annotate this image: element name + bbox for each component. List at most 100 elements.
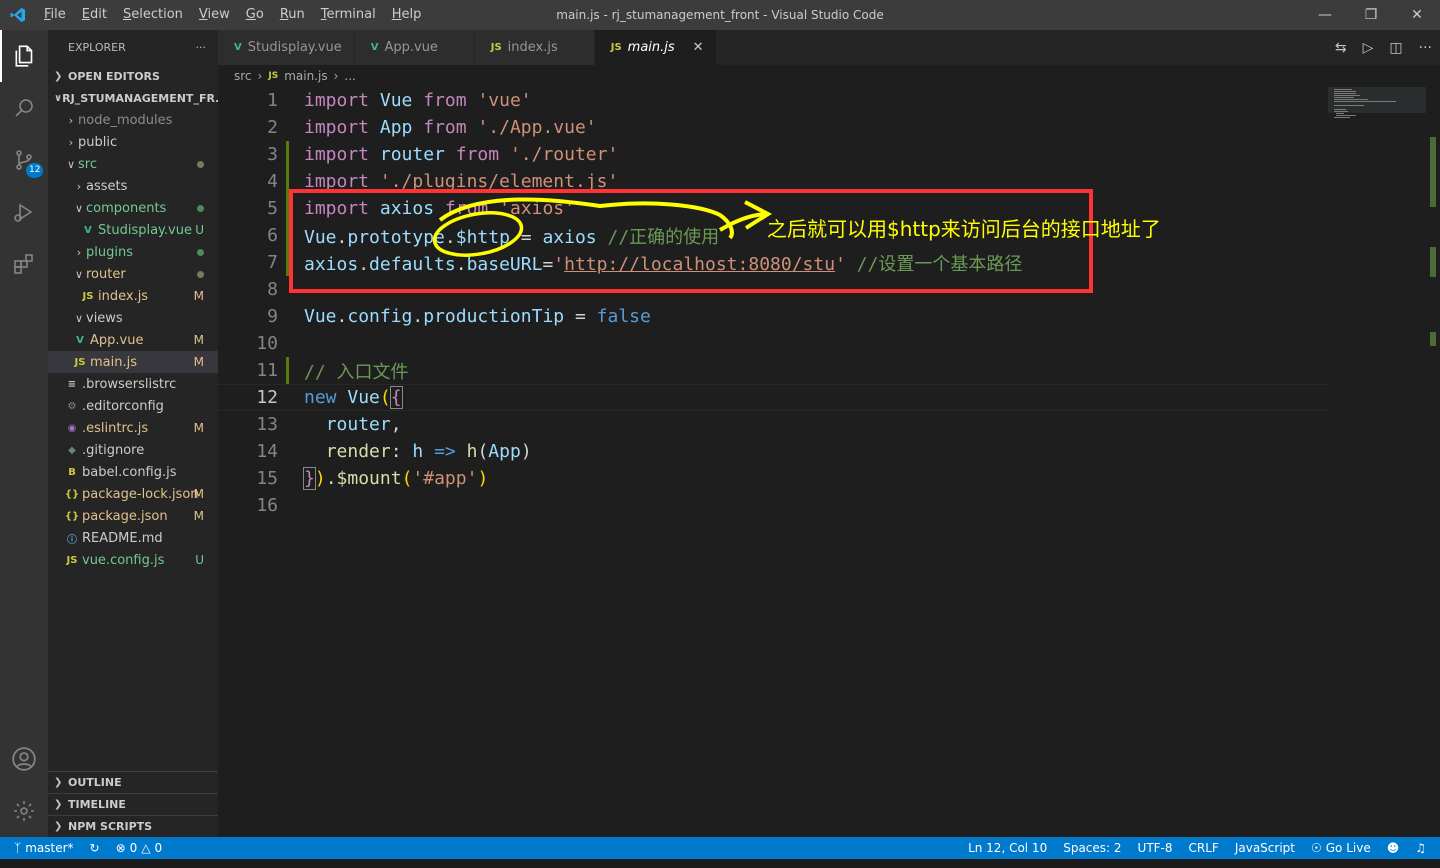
menu-edit[interactable]: Edit bbox=[74, 0, 115, 30]
settings-gear-icon[interactable] bbox=[0, 785, 48, 837]
go-live-button[interactable]: ☉ Go Live bbox=[1303, 841, 1379, 855]
vue-file-icon: V bbox=[370, 42, 379, 53]
split-editor-icon[interactable]: ◫ bbox=[1389, 40, 1402, 56]
menu-view[interactable]: View bbox=[191, 0, 238, 30]
language-mode[interactable]: JavaScript bbox=[1227, 841, 1303, 855]
timeline-section[interactable]: ❯ TIMELINE bbox=[48, 793, 218, 815]
text-file-icon: ≡ bbox=[67, 378, 77, 390]
menu-go[interactable]: Go bbox=[238, 0, 272, 30]
scroll-change-marker bbox=[1430, 332, 1436, 346]
tree-item-components[interactable]: ∨ components bbox=[48, 197, 218, 219]
chevron-right-icon: ❯ bbox=[54, 70, 63, 82]
vertical-scrollbar[interactable] bbox=[1426, 87, 1440, 837]
npm-scripts-section[interactable]: ❯ NPM SCRIPTS bbox=[48, 815, 218, 837]
scroll-change-marker bbox=[1430, 247, 1436, 277]
tree-item-app-vue[interactable]: V App.vue M bbox=[48, 329, 218, 351]
git-branch-status[interactable]: ᛉ master* bbox=[0, 841, 82, 855]
close-window-icon[interactable]: ✕ bbox=[1394, 0, 1440, 30]
tree-item-eslintrc[interactable]: ◉ .eslintrc.js M bbox=[48, 417, 218, 439]
tree-item-vue-config[interactable]: JS vue.config.js U bbox=[48, 549, 218, 571]
run-debug-icon[interactable] bbox=[0, 186, 48, 238]
tab-index-js[interactable]: JS index.js bbox=[474, 30, 595, 65]
breadcrumb-folder[interactable]: src bbox=[234, 69, 252, 83]
extensions-icon[interactable] bbox=[0, 238, 48, 290]
tree-item-editorconfig[interactable]: ⚙ .editorconfig bbox=[48, 395, 218, 417]
chevron-right-icon: ❯ bbox=[54, 799, 63, 810]
menu-terminal[interactable]: Terminal bbox=[313, 0, 384, 30]
tree-item-src[interactable]: ∨ src bbox=[48, 153, 218, 175]
tree-item-browserslistrc[interactable]: ≡ .browserslistrc bbox=[48, 373, 218, 395]
broadcast-icon: ☉ bbox=[1310, 841, 1322, 855]
breadcrumb-file[interactable]: main.js bbox=[284, 69, 327, 83]
babel-icon: B bbox=[68, 466, 76, 478]
tree-item-package-lock[interactable]: {} package-lock.json M bbox=[48, 483, 218, 505]
notifications-bell-icon[interactable]: ♫ bbox=[1407, 841, 1440, 855]
compare-changes-icon[interactable]: ⇆ bbox=[1335, 40, 1347, 56]
source-control-icon[interactable]: 12 bbox=[0, 134, 48, 186]
tab-app-vue[interactable]: V App.vue bbox=[354, 30, 475, 65]
search-icon[interactable] bbox=[0, 82, 48, 134]
menu-help[interactable]: Help bbox=[384, 0, 430, 30]
code-line: 13 router, bbox=[256, 414, 402, 435]
activity-bar: 12 bbox=[0, 30, 48, 837]
feedback-icon[interactable]: ☻ bbox=[1379, 841, 1408, 855]
chevron-right-icon: ❯ bbox=[54, 821, 63, 832]
menu-file[interactable]: File bbox=[36, 0, 74, 30]
outline-section[interactable]: ❯ OUTLINE bbox=[48, 771, 218, 793]
tree-item-router[interactable]: ∨ router bbox=[48, 263, 218, 285]
restore-icon[interactable]: ❐ bbox=[1348, 0, 1394, 30]
title-bar: File Edit Selection View Go Run Terminal… bbox=[0, 0, 1440, 30]
tree-item-assets[interactable]: › assets bbox=[48, 175, 218, 197]
cursor-position[interactable]: Ln 12, Col 10 bbox=[960, 841, 1055, 855]
minimap[interactable] bbox=[1328, 87, 1426, 127]
scm-badge: 12 bbox=[26, 163, 44, 178]
tree-item-plugins[interactable]: › plugins bbox=[48, 241, 218, 263]
account-icon[interactable] bbox=[0, 733, 48, 785]
json-file-icon: {} bbox=[64, 510, 80, 522]
tree-item-readme[interactable]: ⓘ README.md bbox=[48, 527, 218, 549]
tree-item-babel-config[interactable]: Bbabel.config.js bbox=[48, 461, 218, 483]
tree-item-index-js[interactable]: JS index.js M bbox=[48, 285, 218, 307]
modified-dot bbox=[197, 271, 204, 278]
more-actions-icon[interactable]: ··· bbox=[1419, 40, 1432, 56]
more-actions-icon[interactable]: ··· bbox=[196, 41, 207, 54]
sync-icon[interactable]: ↻ bbox=[82, 841, 108, 855]
encoding[interactable]: UTF-8 bbox=[1130, 841, 1181, 855]
code-line: 15}).$mount('#app') bbox=[256, 467, 489, 490]
run-file-icon[interactable]: ▷ bbox=[1363, 40, 1374, 56]
tree-item-node-modules[interactable]: › node_modules bbox=[48, 109, 218, 131]
explorer-icon[interactable] bbox=[0, 30, 48, 82]
tree-item-public[interactable]: › public bbox=[48, 131, 218, 153]
warning-icon: △ bbox=[141, 841, 151, 855]
code-line: 1 import Vue from 'vue' bbox=[267, 90, 532, 111]
tab-main-js[interactable]: JS main.js ✕ bbox=[594, 30, 717, 65]
tree-item-views[interactable]: ∨ views bbox=[48, 307, 218, 329]
close-tab-icon[interactable]: ✕ bbox=[675, 40, 704, 55]
annotation-text: 之后就可以用$http来访问后台的接口地址了 bbox=[767, 217, 1161, 241]
menu-run[interactable]: Run bbox=[272, 0, 313, 30]
js-file-icon: JS bbox=[268, 71, 279, 81]
vscode-logo-icon bbox=[0, 0, 36, 30]
js-file-icon: JS bbox=[82, 290, 94, 302]
project-section[interactable]: ∨ RJ_STUMANAGEMENT_FR... bbox=[48, 87, 218, 109]
window-controls: — ❐ ✕ bbox=[1302, 0, 1440, 30]
git-branch-icon: ᛉ bbox=[14, 841, 22, 855]
minimize-icon[interactable]: — bbox=[1302, 0, 1348, 30]
tab-studisplay-vue[interactable]: V Studisplay.vue bbox=[218, 30, 355, 65]
problems-status[interactable]: ⊗ 0 △ 0 bbox=[108, 841, 171, 855]
git-icon: ◆ bbox=[68, 444, 76, 456]
line-ending[interactable]: CRLF bbox=[1181, 841, 1227, 855]
open-editors-section[interactable]: ❯ OPEN EDITORS bbox=[48, 65, 218, 87]
tree-item-main-js[interactable]: JS main.js M bbox=[48, 351, 218, 373]
tree-item-package-json[interactable]: {} package.json M bbox=[48, 505, 218, 527]
breadcrumb-more[interactable]: ... bbox=[344, 69, 355, 83]
eslint-icon: ◉ bbox=[67, 422, 77, 434]
info-icon: ⓘ bbox=[67, 534, 77, 546]
tree-item-gitignore[interactable]: ◆ .gitignore bbox=[48, 439, 218, 461]
menu-selection[interactable]: Selection bbox=[115, 0, 191, 30]
indentation[interactable]: Spaces: 2 bbox=[1055, 841, 1129, 855]
chevron-down-icon: ∨ bbox=[74, 311, 84, 325]
js-file-icon: JS bbox=[74, 356, 86, 368]
tree-item-studisplay-vue[interactable]: V Studisplay.vue U bbox=[48, 219, 218, 241]
chevron-right-icon: › bbox=[333, 69, 339, 83]
